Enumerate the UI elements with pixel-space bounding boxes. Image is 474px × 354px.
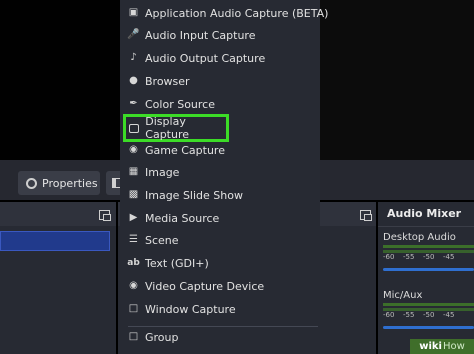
properties-label: Properties bbox=[42, 176, 98, 190]
menu-item-label: Display Capture bbox=[145, 115, 190, 141]
menu-item-browser[interactable]: ● Browser bbox=[128, 70, 190, 92]
monitor-icon bbox=[129, 123, 140, 133]
menu-item-video-capture-device[interactable]: ◉ Video Capture Device bbox=[128, 275, 264, 297]
preview-area-right bbox=[320, 0, 474, 160]
tick-label: -45 bbox=[443, 253, 455, 261]
meter-ticks: -60 -55 -50 -45 bbox=[383, 253, 474, 261]
folder-icon: □ bbox=[128, 331, 139, 342]
track-name-mic-aux: Mic/Aux bbox=[383, 290, 423, 301]
menu-item-label: Browser bbox=[145, 74, 190, 88]
menu-item-group[interactable]: □ Group bbox=[128, 326, 179, 348]
volume-slider[interactable] bbox=[383, 268, 474, 271]
menu-item-label: Image Slide Show bbox=[145, 188, 243, 202]
audio-mixer-title: Audio Mixer bbox=[387, 207, 462, 220]
menu-item-label: Audio Input Capture bbox=[145, 28, 256, 42]
list-icon: ☰ bbox=[129, 234, 138, 245]
image-icon: ▦ bbox=[128, 166, 139, 177]
track-name-desktop-audio: Desktop Audio bbox=[383, 232, 456, 243]
menu-item-label: Audio Output Capture bbox=[145, 51, 266, 65]
menu-item-label: Color Source bbox=[145, 97, 215, 111]
menu-item-label: Video Capture Device bbox=[145, 279, 265, 293]
window-audio-icon: ▣ bbox=[128, 7, 139, 18]
text-icon: ab bbox=[127, 257, 140, 268]
scene-list-item-selected[interactable] bbox=[0, 231, 110, 251]
gear-icon bbox=[26, 177, 37, 189]
menu-item-color-source[interactable]: ✒ Color Source bbox=[128, 93, 215, 115]
audio-mixer-dock bbox=[378, 202, 474, 354]
microphone-icon: 🎤 bbox=[127, 29, 140, 40]
tick-label: -45 bbox=[443, 311, 455, 319]
menu-item-text-gdi[interactable]: ab Text (GDI+) bbox=[127, 252, 209, 274]
meter-ticks: -60 -55 -50 -45 bbox=[383, 311, 474, 319]
menu-item-label: Group bbox=[145, 330, 179, 344]
tick-label: -55 bbox=[403, 253, 415, 261]
divider bbox=[378, 226, 474, 227]
menu-item-application-audio-capture[interactable]: ▣ Application Audio Capture (BETA) bbox=[128, 2, 329, 24]
menu-item-image[interactable]: ▦ Image bbox=[128, 161, 180, 183]
tick-label: -55 bbox=[403, 311, 415, 319]
camera-icon: ◉ bbox=[129, 280, 138, 291]
properties-button[interactable]: Properties bbox=[18, 171, 100, 195]
menu-item-display-capture[interactable]: Display Capture bbox=[123, 114, 229, 142]
undock-icon[interactable] bbox=[99, 210, 111, 221]
undock-icon[interactable] bbox=[360, 210, 372, 221]
scenes-dock bbox=[0, 202, 116, 354]
watermark-suffix: How bbox=[442, 341, 465, 352]
menu-item-label: Application Audio Capture (BETA) bbox=[145, 6, 329, 20]
tick-label: -50 bbox=[423, 253, 435, 261]
wikihow-watermark: wiki How bbox=[410, 339, 474, 354]
menu-item-scene[interactable]: ☰ Scene bbox=[128, 229, 179, 251]
tick-label: -60 bbox=[383, 253, 395, 261]
window-icon: □ bbox=[128, 303, 139, 314]
speaker-icon: ♪ bbox=[130, 52, 137, 63]
play-icon: ▶ bbox=[129, 212, 138, 223]
menu-item-game-capture[interactable]: ◉ Game Capture bbox=[128, 139, 225, 161]
menu-item-label: Window Capture bbox=[145, 302, 236, 316]
watermark-brand: wiki bbox=[419, 341, 442, 352]
brush-icon: ✒ bbox=[129, 98, 138, 109]
volume-meter bbox=[383, 303, 474, 306]
globe-icon: ● bbox=[129, 75, 138, 86]
volume-meter bbox=[383, 245, 474, 248]
menu-item-media-source[interactable]: ▶ Media Source bbox=[128, 207, 220, 229]
menu-item-label: Image bbox=[145, 165, 180, 179]
tick-label: -60 bbox=[383, 311, 395, 319]
menu-item-label: Text (GDI+) bbox=[145, 256, 209, 270]
menu-item-audio-output-capture[interactable]: ♪ Audio Output Capture bbox=[128, 47, 265, 69]
volume-slider[interactable] bbox=[383, 326, 474, 329]
menu-item-label: Media Source bbox=[145, 211, 220, 225]
gamepad-icon: ◉ bbox=[129, 144, 138, 155]
slideshow-icon: ▩ bbox=[128, 189, 139, 200]
menu-item-image-slide-show[interactable]: ▩ Image Slide Show bbox=[128, 184, 243, 206]
menu-item-label: Game Capture bbox=[145, 143, 225, 157]
scenes-dock-header bbox=[0, 202, 116, 226]
menu-item-window-capture[interactable]: □ Window Capture bbox=[128, 298, 236, 320]
menu-item-audio-input-capture[interactable]: 🎤 Audio Input Capture bbox=[127, 24, 256, 46]
tick-label: -50 bbox=[423, 311, 435, 319]
menu-item-label: Scene bbox=[145, 233, 179, 247]
